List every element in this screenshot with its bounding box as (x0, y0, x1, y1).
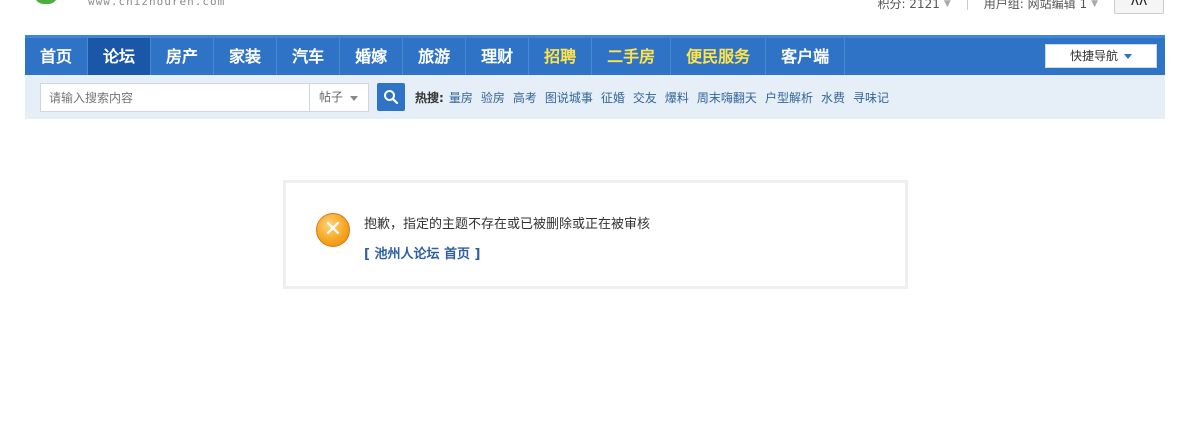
search-icon (384, 90, 399, 105)
error-message: 抱歉，指定的主题不存在或已被删除或正在被审核 (364, 217, 651, 232)
nav-item[interactable]: 招聘 (529, 38, 593, 75)
caret-down-icon (1124, 54, 1132, 59)
avatar[interactable]: ʌʌ (1114, 0, 1164, 14)
quick-nav-label: 快捷导航 (1069, 49, 1118, 63)
main-nav: 首页 论坛 房产 家装 汽车 婚嫁 旅游 理财 招聘 二手房 便民服务 客户端 快捷导航 (25, 35, 1165, 75)
quick-nav-button[interactable]: 快捷导航 (1045, 44, 1157, 68)
nav-item[interactable]: 婚嫁 (340, 38, 404, 75)
nav-item[interactable]: 首页 (25, 38, 89, 75)
hot-search-link[interactable]: 水费 (821, 89, 845, 106)
hot-search-link[interactable]: 周末嗨翻天 (697, 89, 757, 106)
hot-search-link[interactable]: 交友 (633, 89, 657, 106)
site-url: www.chizhouren.com (88, 0, 226, 8)
message-box: ✕ 抱歉，指定的主题不存在或已被删除或正在被审核 [ 池州人论坛 首页 ] (283, 180, 908, 289)
top-strip: www.chizhouren.com 积分: 2121 ▼ 用户组: 网站编辑 … (0, 0, 1190, 20)
nav-item[interactable]: 理财 (466, 38, 530, 75)
hot-search-link[interactable]: 寻味记 (853, 89, 889, 106)
nav-item[interactable]: 汽车 (277, 38, 341, 75)
nav-item[interactable]: 客户端 (766, 38, 846, 75)
nav-item[interactable]: 房产 (151, 38, 215, 75)
search-button[interactable] (377, 83, 405, 111)
search-bar: 帖子 热搜: 量房验房高考图说城事征婚交友爆料周末嗨翻天户型解析水费寻味记 (25, 75, 1165, 119)
hot-search-link[interactable]: 验房 (481, 89, 505, 106)
hot-search-link[interactable]: 户型解析 (765, 89, 813, 106)
hot-search-link[interactable]: 高考 (513, 89, 537, 106)
divider (966, 0, 968, 10)
forum-home-link[interactable]: [ 池州人论坛 首页 ] (364, 243, 480, 262)
hot-search-link[interactable]: 量房 (449, 89, 473, 106)
nav-item[interactable]: 家装 (214, 38, 278, 75)
nav-item[interactable]: 旅游 (403, 38, 467, 75)
chevron-down-icon[interactable]: ▼ (944, 0, 951, 9)
chevron-down-icon (350, 96, 358, 101)
nav-list: 首页 论坛 房产 家装 汽车 婚嫁 旅游 理财 招聘 二手房 便民服务 客户端 (25, 38, 1165, 75)
usergroup-label[interactable]: 用户组: 网站编辑 1 (984, 0, 1087, 12)
nav-item[interactable]: 论坛 (88, 38, 152, 75)
search-type-value: 帖子 (319, 90, 344, 104)
error-icon: ✕ (316, 213, 350, 247)
nav-item[interactable]: 二手房 (592, 38, 672, 75)
hot-search-link[interactable]: 爆料 (665, 89, 689, 106)
search-input[interactable] (40, 83, 310, 112)
hot-search: 热搜: 量房 验房 高考 图说城事 征婚 交友 爆料 周末嗨翻天 户型解析 水费 寻味记 (415, 89, 897, 106)
hot-search-link[interactable]: 征婚 (601, 89, 625, 106)
chevron-down-icon[interactable]: ▼ (1091, 0, 1098, 9)
hot-search-label: 热搜: (415, 91, 444, 105)
points-label[interactable]: 积分: 2121 (877, 0, 939, 12)
user-info: 积分: 2121 ▼ 用户组: 网站编辑 1 ▼ (877, 0, 1098, 12)
hot-search-link[interactable]: 图说城事 (545, 89, 593, 106)
nav-item[interactable]: 便民服务 (671, 38, 767, 75)
site-logo[interactable] (34, 0, 58, 4)
search-type-select[interactable]: 帖子 (309, 83, 369, 112)
